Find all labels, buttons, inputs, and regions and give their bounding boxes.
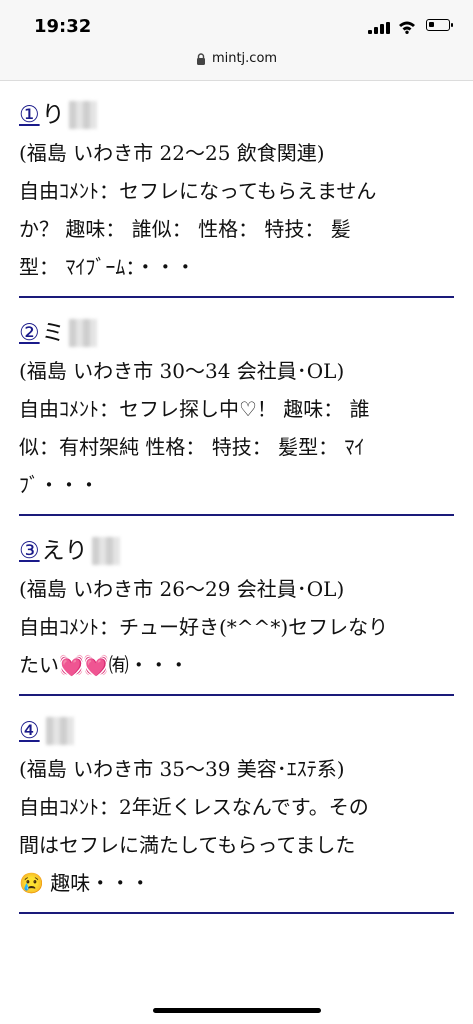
list-item: ④ (福島 いわき市 35〜39 美容･ｴｽﾃ系) 自由ｺﾒﾝﾄ：2年近くレスな…: [15, 696, 458, 914]
censored-name-blur: [68, 319, 97, 347]
list-item: ② ミ (福島 いわき市 30〜34 会社員･OL) 自由ｺﾒﾝﾄ：セフレ探し中…: [15, 298, 458, 516]
entry-comment-line: 😢 趣味・・・: [19, 871, 151, 895]
entry-name: えり: [41, 538, 88, 564]
entry-number-link[interactable]: ②: [19, 314, 40, 352]
entry-comment-line: 似：有村架純 性格： 特技： 髪型： ﾏｲ: [19, 435, 365, 459]
url-text: mintj.com: [211, 51, 278, 66]
entry-location: (福島 いわき市 30〜34 会社員･OL): [19, 359, 345, 383]
censored-name-blur: [68, 101, 97, 129]
lock-icon: [196, 52, 205, 65]
entry-number-link[interactable]: ④: [19, 712, 40, 750]
address-bar[interactable]: mintj.com: [0, 44, 473, 81]
entry-number-link[interactable]: ①: [19, 96, 40, 134]
wifi-icon: [399, 21, 415, 34]
censored-name-blur: [45, 717, 74, 745]
entry-title: ② ミ: [19, 314, 454, 352]
entry-comment-line: 間はセフレに満たしてもらってました: [19, 833, 356, 857]
entry-comment-line: 自由ｺﾒﾝﾄ：チュー好き(*^^*)セフレなり: [19, 615, 389, 639]
entry-name: ミ: [41, 320, 65, 346]
entry-location: (福島 いわき市 35〜39 美容･ｴｽﾃ系): [19, 757, 345, 781]
list-item: ① り (福島 いわき市 22〜25 飲食関連) 自由ｺﾒﾝﾄ：セフレになっても…: [15, 80, 458, 298]
status-time: 19:32: [34, 16, 92, 37]
entry-comment-line: 自由ｺﾒﾝﾄ：セフレになってもらえません: [19, 179, 377, 203]
entry-title: ④: [19, 712, 454, 750]
list-item: ③ えり (福島 いわき市 26〜29 会社員･OL) 自由ｺﾒﾝﾄ：チュー好き…: [15, 516, 458, 696]
entry-location: (福島 いわき市 22〜25 飲食関連): [19, 141, 325, 165]
entry-title: ① り: [19, 96, 454, 134]
censored-name-blur: [91, 537, 120, 565]
entry-comment-line: か？ 趣味： 誰似： 性格： 特技： 髪: [19, 217, 351, 241]
cellular-signal-icon: [368, 22, 390, 34]
entry-comment-line: 型： ﾏｲﾌﾞｰﾑ：・・・: [19, 255, 196, 279]
home-indicator[interactable]: [153, 1008, 321, 1013]
entry-location: (福島 いわき市 26〜29 会社員･OL): [19, 577, 345, 601]
entry-title: ③ えり: [19, 532, 454, 570]
entry-comment-line: ﾌﾞ・・・: [19, 473, 99, 497]
entry-number-link[interactable]: ③: [19, 532, 40, 570]
entry-comment-line: 自由ｺﾒﾝﾄ：セフレ探し中♡！ 趣味： 誰: [19, 397, 370, 421]
battery-icon: [426, 19, 453, 31]
post-list: ① り (福島 いわき市 22〜25 飲食関連) 自由ｺﾒﾝﾄ：セフレになっても…: [0, 80, 473, 914]
status-bar: 19:32: [0, 0, 473, 44]
entry-comment-line: 自由ｺﾒﾝﾄ：2年近くレスなんです。その: [19, 795, 369, 819]
divider: [19, 912, 454, 914]
entry-name: り: [41, 102, 65, 128]
entry-comment-line: たい💓💓㈲・・・: [19, 653, 189, 677]
